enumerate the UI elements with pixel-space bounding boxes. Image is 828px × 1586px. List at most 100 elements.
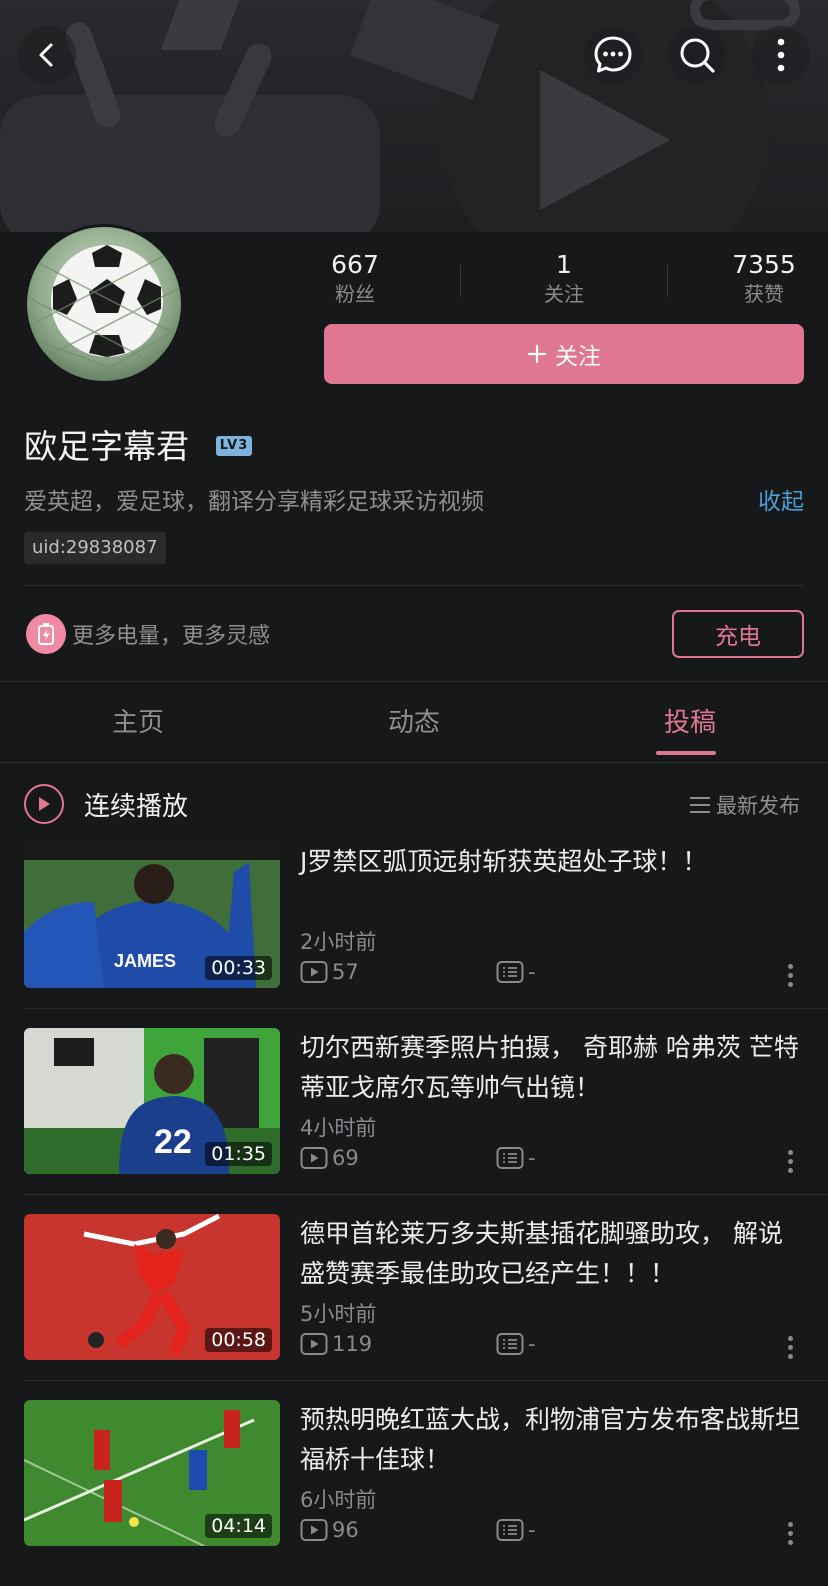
danmaku-count: - <box>528 1518 536 1542</box>
video-item[interactable]: 04:14 预热明晚红蓝大战，利物浦官方发布客战斯坦福桥十佳球！ 6小时前 96… <box>0 1400 828 1586</box>
play-circle-icon[interactable] <box>24 784 64 824</box>
video-views: 96 <box>300 1518 359 1542</box>
video-thumbnail[interactable]: 00:58 <box>24 1214 280 1360</box>
active-tab-indicator <box>656 751 716 755</box>
stat-value: 7355 <box>732 250 796 279</box>
video-title[interactable]: 德甲首轮莱万多夫斯基插花脚骚助攻， 解说盛赞赛季最佳助攻已经产生！！！ <box>300 1214 806 1294</box>
divider <box>24 1008 828 1009</box>
video-danmaku: - <box>496 1146 536 1170</box>
play-count-icon <box>300 1519 328 1541</box>
play-count-icon <box>300 1333 328 1355</box>
danmaku-icon <box>496 1333 524 1355</box>
view-count: 96 <box>332 1518 359 1542</box>
stat-divider <box>460 265 461 297</box>
danmaku-icon <box>496 961 524 983</box>
sort-lines-icon <box>690 797 710 813</box>
more-vertical-icon[interactable] <box>780 1332 800 1362</box>
avatar[interactable] <box>24 224 184 384</box>
search-button[interactable] <box>668 26 726 84</box>
more-vertical-icon[interactable] <box>780 960 800 990</box>
video-danmaku: - <box>496 1332 536 1356</box>
video-thumbnail[interactable]: 22 01:35 <box>24 1028 280 1174</box>
divider <box>0 762 828 763</box>
more-menu-button[interactable] <box>752 26 810 84</box>
message-button[interactable] <box>584 26 642 84</box>
play-count-icon <box>300 1147 328 1169</box>
stat-following[interactable]: 1 关注 <box>504 250 624 308</box>
more-vertical-icon[interactable] <box>780 1146 800 1176</box>
chevron-left-icon <box>39 43 53 67</box>
danmaku-count: - <box>528 1332 536 1356</box>
tab-dynamics[interactable]: 动态 <box>334 702 494 739</box>
video-thumbnail[interactable]: JAMES 00:33 <box>24 842 280 988</box>
video-views: 57 <box>300 960 359 984</box>
divider <box>0 681 828 682</box>
stat-label: 粉丝 <box>335 282 375 306</box>
divider <box>24 1194 828 1195</box>
level-badge: LV3 <box>216 436 252 456</box>
video-list: JAMES 00:33 J罗禁区弧顶远射斩获英超处子球！！ 2小时前 57 - <box>0 842 828 1586</box>
tab-home[interactable]: 主页 <box>58 702 218 739</box>
danmaku-icon <box>496 1147 524 1169</box>
video-item[interactable]: JAMES 00:33 J罗禁区弧顶远射斩获英超处子球！！ 2小时前 57 - <box>0 842 828 1028</box>
battery-icon <box>26 614 66 654</box>
video-time: 5小时前 <box>300 1302 377 1326</box>
svg-text:22: 22 <box>154 1123 192 1161</box>
divider <box>24 1380 828 1381</box>
plus-icon <box>527 344 547 364</box>
danmaku-count: - <box>528 1146 536 1170</box>
video-danmaku: - <box>496 960 536 984</box>
danmaku-icon <box>496 1519 524 1541</box>
profile-name: 欧足字幕君 <box>24 427 189 466</box>
follow-button[interactable]: 关注 <box>324 324 804 384</box>
video-duration: 00:58 <box>205 1328 272 1352</box>
collapse-bio-link[interactable]: 收起 <box>758 482 804 516</box>
video-time: 6小时前 <box>300 1488 377 1512</box>
profile-stats: 667 粉丝 1 关注 7355 获赞 <box>324 250 804 310</box>
back-button[interactable] <box>18 26 76 84</box>
stat-label: 获赞 <box>744 282 784 306</box>
video-title[interactable]: 切尔西新赛季照片拍摄， 奇耶赫 哈弗茨 芒特 蒂亚戈席尔瓦等帅气出镜！ <box>300 1028 806 1108</box>
video-views: 69 <box>300 1146 359 1170</box>
video-time: 4小时前 <box>300 1116 377 1140</box>
more-vertical-icon[interactable] <box>780 1518 800 1548</box>
video-views: 119 <box>300 1332 372 1356</box>
soccer-ball-icon <box>27 245 181 381</box>
video-title[interactable]: J罗禁区弧顶远射斩获英超处子球！！ <box>300 842 806 882</box>
profile-bio: 爱英超，爱足球，翻译分享精彩足球采访视频 <box>24 489 484 515</box>
charge-button[interactable]: 充电 <box>672 610 804 658</box>
uid-badge[interactable]: uid:29838087 <box>24 532 166 564</box>
sort-button[interactable]: 最新发布 <box>688 790 800 820</box>
svg-text:JAMES: JAMES <box>114 951 176 971</box>
view-count: 119 <box>332 1332 373 1356</box>
banner-bolt-shape <box>160 0 240 50</box>
video-duration: 04:14 <box>205 1514 272 1538</box>
stat-label: 关注 <box>544 282 584 306</box>
more-vertical-icon <box>777 38 785 72</box>
view-count: 57 <box>332 960 359 984</box>
stat-followers[interactable]: 667 粉丝 <box>295 250 415 308</box>
divider <box>24 585 804 586</box>
stat-divider <box>667 265 668 297</box>
video-title[interactable]: 预热明晚红蓝大战，利物浦官方发布客战斯坦福桥十佳球！ <box>300 1400 806 1480</box>
view-count: 69 <box>332 1146 359 1170</box>
video-duration: 00:33 <box>205 956 272 980</box>
chat-bubble-icon <box>594 36 632 73</box>
video-item[interactable]: 00:58 德甲首轮莱万多夫斯基插花脚骚助攻， 解说盛赞赛季最佳助攻已经产生！！… <box>0 1214 828 1400</box>
banner-play-shape <box>540 70 670 210</box>
stat-value: 667 <box>331 250 379 279</box>
sort-label: 最新发布 <box>716 794 800 818</box>
video-danmaku: - <box>496 1518 536 1542</box>
video-time: 2小时前 <box>300 930 377 954</box>
banner-tv-shape <box>0 95 380 232</box>
continuous-play-button[interactable]: 连续播放 <box>84 786 188 823</box>
danmaku-count: - <box>528 960 536 984</box>
charge-promo-text: 更多电量，更多灵感 <box>72 624 271 649</box>
banner-star-shape <box>350 0 500 100</box>
video-item[interactable]: 22 01:35 切尔西新赛季照片拍摄， 奇耶赫 哈弗茨 芒特 蒂亚戈席尔瓦等帅… <box>0 1028 828 1214</box>
stat-value: 1 <box>556 250 572 279</box>
play-count-icon <box>300 961 328 983</box>
stat-likes[interactable]: 7355 获赞 <box>704 250 824 308</box>
video-thumbnail[interactable]: 04:14 <box>24 1400 280 1546</box>
tab-uploads[interactable]: 投稿 <box>610 702 770 739</box>
